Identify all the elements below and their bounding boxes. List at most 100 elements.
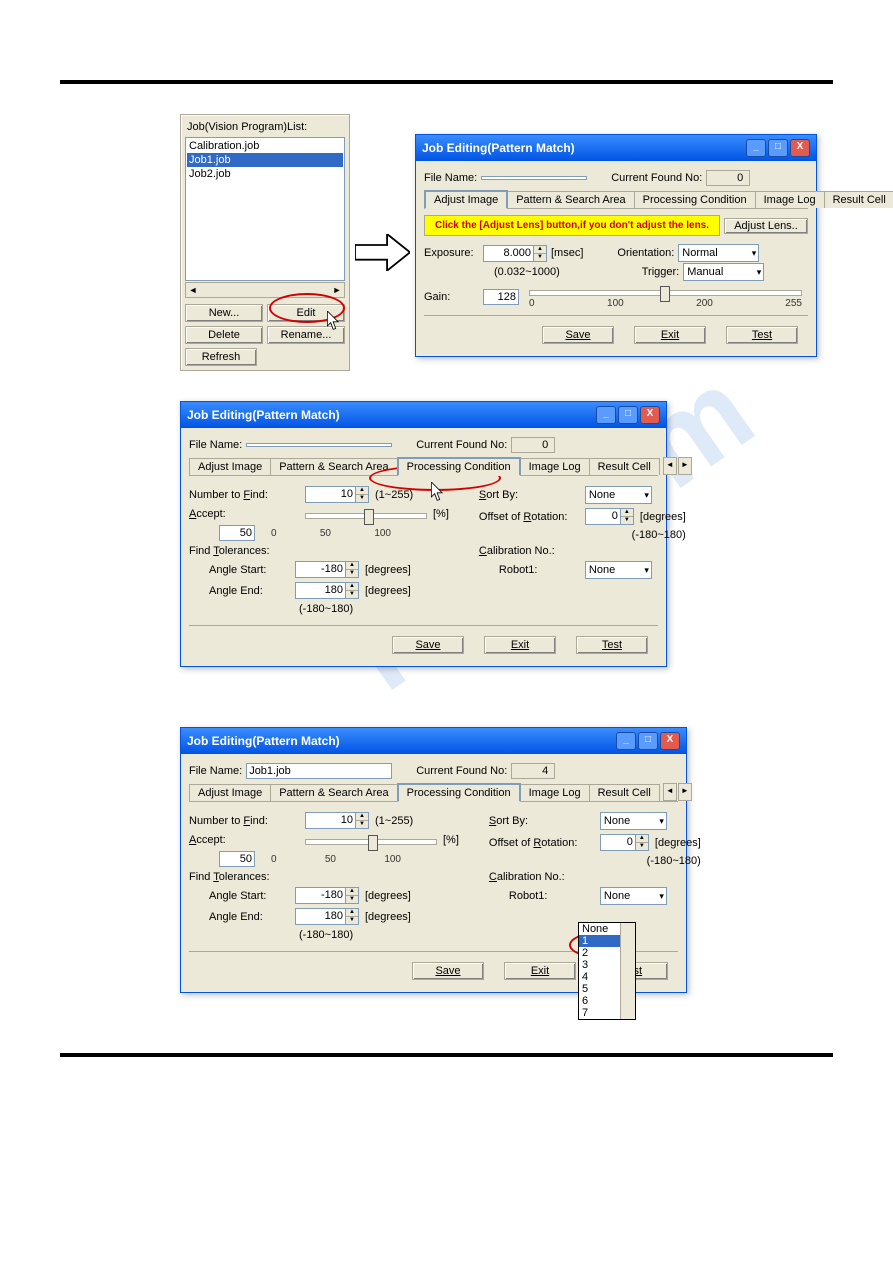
accept-slider[interactable] [305,513,427,519]
accept-value-field[interactable]: 50 [219,851,255,867]
exit-button[interactable]: Exit [634,326,706,344]
angle-end-stepper[interactable]: 180 ▲▼ [295,908,359,925]
file-name-field[interactable] [481,176,587,180]
tab-adjust-image[interactable]: Adjust Image [189,784,271,801]
angle-start-stepper[interactable]: -180 ▲▼ [295,887,359,904]
tab-scroll-left-icon[interactable]: ◄ [663,457,677,475]
spin-down-icon[interactable]: ▼ [346,896,358,903]
spin-up-icon[interactable]: ▲ [621,509,633,517]
maximize-button[interactable]: □ [638,732,658,750]
scroll-right-icon[interactable]: ► [330,285,344,295]
close-button[interactable]: X [640,406,660,424]
slider-thumb[interactable] [660,286,670,302]
offset-rotation-stepper[interactable]: 0 ▲▼ [600,834,649,851]
spin-up-icon[interactable]: ▲ [346,909,358,917]
file-name-field[interactable]: Job1.job [246,763,392,779]
list-item[interactable]: Job2.job [187,167,343,181]
list-item[interactable]: Job1.job [187,153,343,167]
tab-result-cell[interactable]: Result Cell [589,458,660,475]
spin-up-icon[interactable]: ▲ [356,487,368,495]
exit-button[interactable]: Exit [504,962,576,980]
slider-thumb[interactable] [364,509,374,525]
spin-down-icon[interactable]: ▼ [621,517,633,524]
robot-select[interactable]: None [600,887,667,905]
tab-result-cell[interactable]: Result Cell [824,191,893,208]
file-name-field[interactable] [246,443,392,447]
spin-down-icon[interactable]: ▼ [356,821,368,828]
accept-value-field[interactable]: 50 [219,525,255,541]
tab-scroll-right-icon[interactable]: ► [678,457,692,475]
job-editing-dialog-adjust-image: Job Editing(Pattern Match) _ □ X File Na… [415,134,817,357]
tab-processing-condition[interactable]: Processing Condition [397,783,521,802]
tab-pattern-search[interactable]: Pattern & Search Area [270,784,397,801]
angle-end-stepper[interactable]: 180 ▲▼ [295,582,359,599]
tab-image-log[interactable]: Image Log [520,458,590,475]
tab-result-cell[interactable]: Result Cell [589,784,660,801]
trigger-select[interactable]: Manual [683,263,764,281]
new-button[interactable]: New... [185,304,263,322]
adjust-lens-button[interactable]: Adjust Lens.. [724,218,808,234]
spin-up-icon[interactable]: ▲ [346,888,358,896]
accept-label: Accept: [189,508,299,520]
exit-button[interactable]: Exit [484,636,556,654]
spin-up-icon[interactable]: ▲ [346,583,358,591]
accept-slider[interactable] [305,839,437,845]
spin-up-icon[interactable]: ▲ [534,246,546,254]
number-to-find-stepper[interactable]: 10 ▲▼ [305,812,369,829]
tab-image-log[interactable]: Image Log [755,191,825,208]
refresh-button[interactable]: Refresh [185,348,257,366]
maximize-button[interactable]: □ [768,139,788,157]
deg-unit: [degrees] [655,837,701,849]
minimize-button[interactable]: _ [616,732,636,750]
test-button[interactable]: Test [576,636,648,654]
spin-down-icon[interactable]: ▼ [346,917,358,924]
dropdown-scrollbar[interactable] [620,923,635,1019]
found-no-label: Current Found No: [416,765,507,777]
spin-up-icon[interactable]: ▲ [356,813,368,821]
test-button[interactable]: Test [726,326,798,344]
list-item[interactable]: Calibration.job [187,139,343,153]
robot-dropdown-list[interactable]: None 1 2 3 4 5 6 7 [578,922,636,1020]
tab-pattern-search[interactable]: Pattern & Search Area [507,191,634,208]
sortby-select[interactable]: None [600,812,667,830]
spin-up-icon[interactable]: ▲ [636,835,648,843]
offset-rotation-stepper[interactable]: 0 ▲▼ [585,508,634,525]
close-button[interactable]: X [660,732,680,750]
scroll-left-icon[interactable]: ◄ [186,285,200,295]
tab-scroll-left-icon[interactable]: ◄ [663,783,677,801]
spin-down-icon[interactable]: ▼ [356,495,368,502]
angle-range: (-180~180) [299,603,353,615]
tab-processing-condition[interactable]: Processing Condition [634,191,756,208]
tab-processing-condition[interactable]: Processing Condition [397,457,521,476]
spin-down-icon[interactable]: ▼ [534,254,546,261]
tick: 100 [384,854,401,865]
job-editing-dialog-dropdown-open: Job Editing(Pattern Match) _ □ X File Na… [180,727,687,993]
gain-field[interactable]: 128 [483,289,519,305]
tab-scroll-right-icon[interactable]: ► [678,783,692,801]
spin-down-icon[interactable]: ▼ [346,570,358,577]
save-button[interactable]: Save [412,962,484,980]
minimize-button[interactable]: _ [746,139,766,157]
maximize-button[interactable]: □ [618,406,638,424]
angle-start-stepper[interactable]: -180 ▲▼ [295,561,359,578]
number-to-find-stepper[interactable]: 10 ▲▼ [305,486,369,503]
tab-adjust-image[interactable]: Adjust Image [189,458,271,475]
spin-down-icon[interactable]: ▼ [346,591,358,598]
tab-adjust-image[interactable]: Adjust Image [424,190,508,209]
spin-up-icon[interactable]: ▲ [346,562,358,570]
tab-image-log[interactable]: Image Log [520,784,590,801]
job-listbox[interactable]: Calibration.job Job1.job Job2.job [185,137,345,281]
delete-button[interactable]: Delete [185,326,263,344]
orientation-select[interactable]: Normal [678,244,759,262]
minimize-button[interactable]: _ [596,406,616,424]
close-button[interactable]: X [790,139,810,157]
save-button[interactable]: Save [392,636,464,654]
gain-slider[interactable] [529,290,802,296]
robot-select[interactable]: None [585,561,652,579]
slider-thumb[interactable] [368,835,378,851]
exposure-stepper[interactable]: 8.000 ▲▼ [483,245,547,262]
spin-down-icon[interactable]: ▼ [636,843,648,850]
sortby-select[interactable]: None [585,486,652,504]
rename-button[interactable]: Rename... [267,326,345,344]
save-button[interactable]: Save [542,326,614,344]
